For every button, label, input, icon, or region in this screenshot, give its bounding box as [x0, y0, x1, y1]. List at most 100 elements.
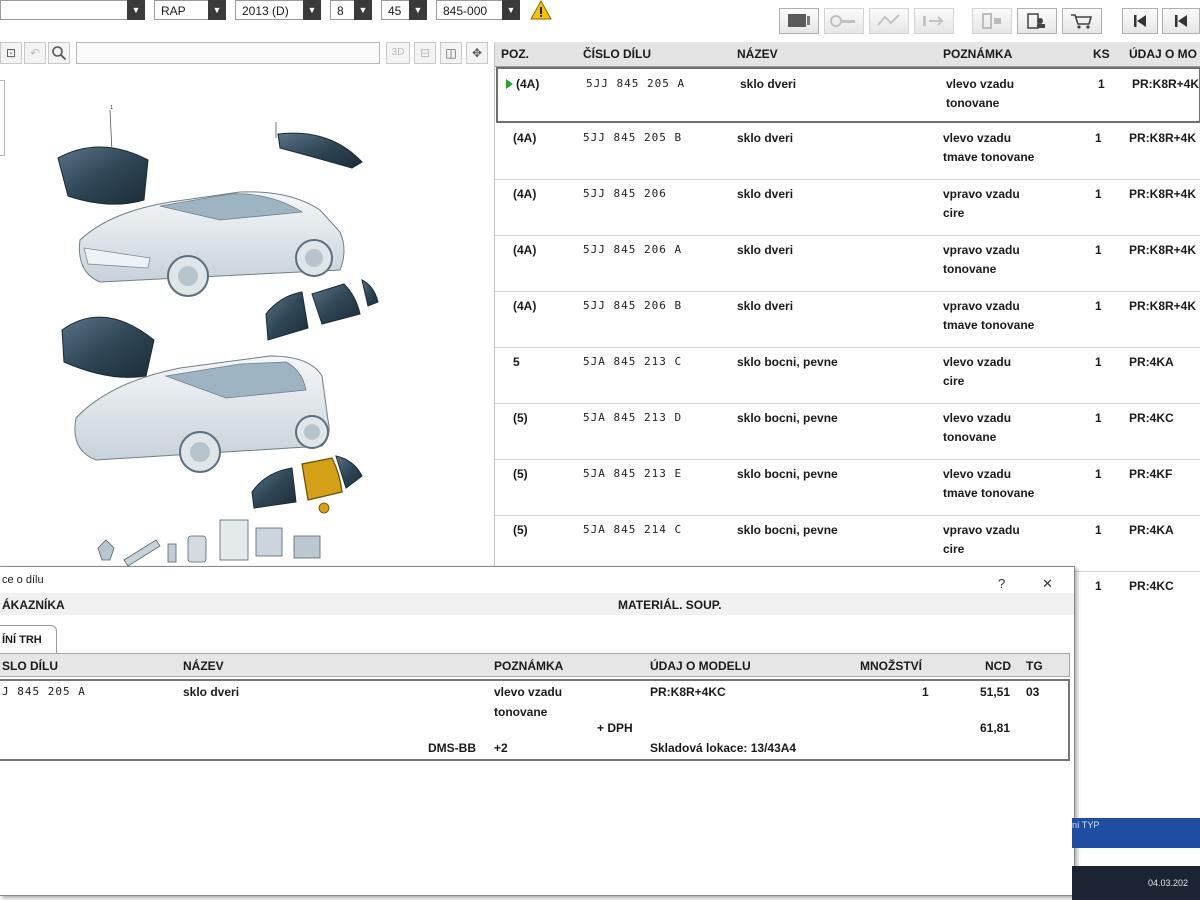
row-quantity: 1: [1095, 243, 1102, 257]
chevron-down-icon[interactable]: ▼: [127, 0, 145, 20]
row-name: sklo bocni, pevne: [737, 467, 838, 481]
position-marker[interactable]: [318, 502, 330, 514]
back-button[interactable]: ↶: [24, 42, 46, 64]
first-page-button[interactable]: [1122, 8, 1158, 34]
row-quantity: 1: [1095, 467, 1102, 481]
tab-market[interactable]: ÍNÍ TRH: [0, 625, 57, 653]
year-select[interactable]: 2013 (D) ▼: [235, 0, 321, 20]
row-position: (4A): [516, 77, 540, 91]
parts-table-row[interactable]: (4A) 5JJ 845 206 B sklo dveri vpravo vzadu 1…: [495, 291, 1200, 348]
cart-button[interactable]: [1062, 8, 1102, 34]
chevron-down-icon[interactable]: ▼: [303, 0, 321, 20]
col-model[interactable]: ÚDAJ O MO: [1129, 47, 1197, 61]
row-model: PR:4KC: [1129, 411, 1174, 425]
illustration-search-input[interactable]: [76, 42, 380, 64]
split-view-button[interactable]: ◫: [440, 42, 462, 64]
monitor-icon: [788, 14, 810, 27]
zoom-fit-button[interactable]: ⊡: [0, 42, 22, 64]
parts-table-row[interactable]: (5) 5JA 845 213 E sklo bocni, pevne vlevo v…: [495, 459, 1200, 516]
left-panel-edge: [0, 80, 5, 156]
row-part-number: 5JJ 845 205 B: [583, 131, 683, 144]
parts-table-row[interactable]: (4A) 5JJ 845 206 A sklo dveri vpravo vzadu 1…: [495, 235, 1200, 292]
parts-table-row[interactable]: (4A) 5JJ 845 205 A sklo dveri vlevo vzadu 1 P…: [496, 67, 1200, 123]
parts-table-row[interactable]: (4A) 5JJ 845 206 sklo dveri vpravo vzadu 1 PR…: [495, 179, 1200, 236]
dialog-part-name: sklo dveri: [183, 685, 240, 699]
chevron-down-icon[interactable]: ▼: [354, 0, 372, 20]
col-part-number[interactable]: ČÍSLO DÍLU: [583, 47, 651, 61]
row-part-number: 5JA 845 213 C: [583, 355, 683, 368]
back-icon: ↶: [29, 46, 41, 60]
col-position[interactable]: POZ.: [501, 47, 529, 61]
resize-button[interactable]: ✥: [466, 42, 488, 64]
exchange-button[interactable]: [869, 8, 909, 34]
door-glass-set-top[interactable]: [265, 279, 379, 341]
chevron-down-icon[interactable]: ▼: [409, 0, 427, 20]
parts-illustration[interactable]: 1: [40, 100, 460, 570]
row-name: sklo dveri: [737, 187, 794, 201]
dialog-part-row[interactable]: J 845 205 A sklo dveri vlevo vzadu tonov…: [0, 679, 1070, 761]
move-arrows-icon: ✥: [471, 46, 483, 60]
row-quantity: 1: [1095, 187, 1102, 201]
3d-view-button[interactable]: 3D: [386, 42, 410, 64]
monitor-button[interactable]: [779, 8, 819, 34]
chevron-down-icon[interactable]: ▼: [208, 0, 226, 20]
dialog-location: Skladová lokace: 13/43A4: [650, 741, 797, 755]
small-parts-row[interactable]: [97, 519, 321, 567]
sedan-car: [78, 191, 345, 297]
row-quantity: 1: [1095, 355, 1102, 369]
row-quantity: 1: [1095, 299, 1102, 313]
col-name[interactable]: NÁZEV: [737, 47, 778, 61]
row-name: sklo bocni, pevne: [737, 411, 838, 425]
illustration-toolbar: ⊡ ↶ 3D ⊟ ◫ ✥: [0, 42, 490, 66]
model-select-value: RAP: [161, 4, 186, 18]
row-name: sklo dveri: [740, 77, 797, 91]
dialog-title: ce o dílu: [2, 574, 44, 586]
model-select[interactable]: RAP ▼: [154, 0, 226, 20]
magnifier-button[interactable]: [48, 42, 70, 64]
row-note-line1: vlevo vzadu: [943, 131, 1012, 145]
row-note-line2: tonovane: [946, 96, 1000, 110]
zoom-fit-icon: ⊡: [5, 46, 17, 60]
arrow-right-button[interactable]: [914, 8, 954, 34]
row-part-number: 5JA 845 213 D: [583, 411, 683, 424]
highlighted-door-glass[interactable]: [301, 457, 343, 501]
empty-area: [1074, 612, 1200, 818]
warning-icon[interactable]: [530, 0, 552, 20]
illustration-select-value: 845-000: [443, 4, 488, 18]
illustration-select[interactable]: 845-000 ▼: [436, 0, 520, 20]
person-list-button[interactable]: [1017, 8, 1057, 34]
row-model: PR:4KA: [1129, 523, 1174, 537]
row-name: sklo dveri: [737, 243, 794, 257]
door-glass-set-bottom[interactable]: [251, 455, 363, 509]
main-group-select[interactable]: 8 ▼: [330, 0, 372, 20]
exchange-icon: [877, 14, 900, 26]
windshield-glass-top[interactable]: [57, 146, 149, 205]
row-part-number: 5JJ 845 206 B: [583, 299, 683, 312]
fullscreen-button[interactable]: ⊟: [414, 42, 436, 64]
parts-table-header: POZ. ČÍSLO DÍLU NÁZEV POZNÁMKA KS ÚDAJ O…: [495, 42, 1200, 67]
background-window-band: ní TYP: [1072, 818, 1200, 848]
rear-window-top[interactable]: [277, 132, 363, 169]
previous-page-button[interactable]: [1162, 8, 1200, 34]
parts-table: POZ. ČÍSLO DÍLU NÁZEV POZNÁMKA KS ÚDAJ O…: [494, 42, 1200, 628]
row-model: PR:K8R+4K: [1129, 243, 1197, 257]
key-button[interactable]: [824, 8, 864, 34]
customer-label: ÁKAZNÍKA: [2, 598, 65, 612]
windshield-glass-bottom[interactable]: [61, 316, 155, 378]
row-position: (5): [513, 411, 528, 425]
row-quantity: 1: [1095, 411, 1102, 425]
parts-table-row[interactable]: (5) 5JA 845 214 C sklo bocni, pevne vpravo …: [495, 515, 1200, 572]
sub-group-select[interactable]: 45 ▼: [381, 0, 427, 20]
col-note[interactable]: POZNÁMKA: [943, 47, 1012, 61]
brand-select[interactable]: ▼: [0, 0, 145, 20]
split-view-icon: ◫: [445, 46, 457, 60]
col-quantity[interactable]: KS: [1093, 47, 1110, 61]
parts-table-row[interactable]: (5) 5JA 845 213 D sklo bocni, pevne vlevo v…: [495, 403, 1200, 460]
dialog-ncd-vat: 61,81: [980, 721, 1011, 735]
chevron-down-icon[interactable]: ▼: [502, 0, 520, 20]
parts-table-row[interactable]: (4A) 5JJ 845 205 B sklo dveri vlevo vzadu 1 P…: [495, 123, 1200, 180]
taskbar: 04.03.202: [1072, 866, 1200, 900]
device-button[interactable]: [972, 8, 1012, 34]
parts-table-row[interactable]: 5 5JA 845 213 C sklo bocni, pevne vlevo vza…: [495, 347, 1200, 404]
row-name: sklo dveri: [737, 131, 794, 145]
